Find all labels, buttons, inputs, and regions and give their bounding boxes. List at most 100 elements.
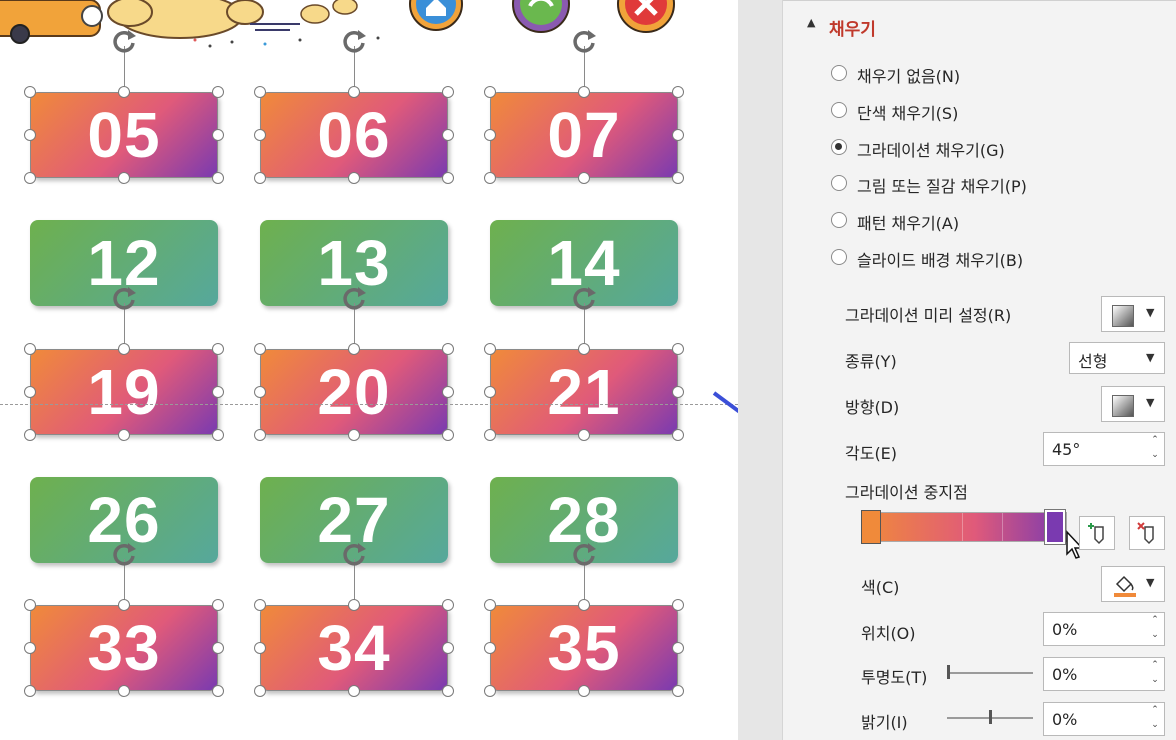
resize-handle[interactable] [442,599,454,611]
resize-handle[interactable] [24,685,36,697]
section-title-fill[interactable]: 채우기 [829,15,876,40]
gradient-stop-right[interactable] [1044,509,1066,545]
number-tile-06[interactable]: 06 [260,92,448,178]
number-tile-21[interactable]: 21 [490,349,678,435]
position-spinner[interactable]: 0% ⌃ ⌄ [1043,612,1165,646]
resize-handle[interactable] [442,172,454,184]
resize-handle[interactable] [254,685,266,697]
rotate-handle-icon[interactable] [109,27,139,57]
resize-handle[interactable] [348,343,360,355]
resize-handle[interactable] [484,685,496,697]
resize-handle[interactable] [484,429,496,441]
resize-handle[interactable] [254,343,266,355]
resize-handle[interactable] [578,429,590,441]
fill-option-radio[interactable] [831,65,847,81]
resize-handle[interactable] [212,642,224,654]
resize-handle[interactable] [442,429,454,441]
rotate-handle-icon[interactable] [109,284,139,314]
resize-handle[interactable] [254,386,266,398]
resize-handle[interactable] [254,642,266,654]
slide-canvas[interactable]: 05 06 07 12 13 14 19 20 21 26 27 28 33 34 35 [0,0,738,740]
brightness-slider[interactable] [947,710,1033,726]
resize-handle[interactable] [118,343,130,355]
transparency-slider[interactable] [947,665,1033,681]
fill-option-label[interactable]: 패턴 채우기(A) [857,210,959,234]
resize-handle[interactable] [118,685,130,697]
remove-gradient-stop-button[interactable] [1129,516,1165,550]
resize-handle[interactable] [118,172,130,184]
resize-handle[interactable] [24,642,36,654]
resize-handle[interactable] [24,172,36,184]
resize-handle[interactable] [348,685,360,697]
resize-handle[interactable] [672,599,684,611]
resize-handle[interactable] [672,386,684,398]
transparency-slider-thumb[interactable] [947,665,950,679]
gradient-preset-dropdown[interactable]: ▼ [1101,296,1165,332]
resize-handle[interactable] [24,386,36,398]
resize-handle[interactable] [484,86,496,98]
resize-handle[interactable] [118,429,130,441]
resize-handle[interactable] [24,343,36,355]
fill-option-radio[interactable] [831,212,847,229]
number-tile-05[interactable]: 05 [30,92,218,178]
rotate-handle-icon[interactable] [339,27,369,57]
resize-handle[interactable] [212,386,224,398]
resize-handle[interactable] [672,685,684,697]
number-tile-07[interactable]: 07 [490,92,678,178]
number-tile-20[interactable]: 20 [260,349,448,435]
add-gradient-stop-button[interactable] [1079,516,1115,550]
fill-option-label[interactable]: 그라데이션 채우기(G) [857,137,1005,161]
fill-option-radio[interactable] [831,101,847,118]
rotate-handle-icon[interactable] [339,540,369,570]
fill-option-label[interactable]: 단색 채우기(S) [857,100,958,124]
spin-down-icon[interactable]: ⌄ [1150,630,1160,641]
fill-option-label[interactable]: 슬라이드 배경 채우기(B) [857,247,1023,271]
resize-handle[interactable] [348,429,360,441]
spin-up-icon[interactable]: ⌃ [1150,435,1160,446]
spin-up-icon[interactable]: ⌃ [1150,705,1160,716]
resize-handle[interactable] [442,642,454,654]
resize-handle[interactable] [578,86,590,98]
transparency-spinner[interactable]: 0% ⌃ ⌄ [1043,657,1165,691]
resize-handle[interactable] [254,86,266,98]
fill-option-label[interactable]: 그림 또는 질감 채우기(P) [857,173,1027,197]
resize-handle[interactable] [672,429,684,441]
resize-handle[interactable] [578,172,590,184]
resize-handle[interactable] [348,86,360,98]
brightness-spinner[interactable]: 0% ⌃ ⌄ [1043,702,1165,736]
spin-down-icon[interactable]: ⌄ [1150,720,1160,731]
brightness-slider-thumb[interactable] [988,710,992,724]
number-tile-33[interactable]: 33 [30,605,218,691]
number-tile-34[interactable]: 34 [260,605,448,691]
number-tile-19[interactable]: 19 [30,349,218,435]
rotate-handle-icon[interactable] [339,284,369,314]
collapse-triangle-icon[interactable]: ▲ [807,16,815,29]
resize-handle[interactable] [442,129,454,141]
resize-handle[interactable] [484,386,496,398]
spin-down-icon[interactable]: ⌄ [1150,450,1160,461]
resize-handle[interactable] [672,172,684,184]
resize-handle[interactable] [212,172,224,184]
resize-handle[interactable] [578,599,590,611]
resize-handle[interactable] [484,343,496,355]
resize-handle[interactable] [254,129,266,141]
resize-handle[interactable] [212,599,224,611]
number-tile-35[interactable]: 35 [490,605,678,691]
gradient-stops-bar[interactable] [861,512,1067,542]
gradient-stop-left[interactable] [861,510,881,544]
resize-handle[interactable] [578,685,590,697]
resize-handle[interactable] [24,429,36,441]
resize-handle[interactable] [672,129,684,141]
resize-handle[interactable] [24,86,36,98]
rotate-handle-icon[interactable] [569,284,599,314]
resize-handle[interactable] [212,86,224,98]
resize-handle[interactable] [442,86,454,98]
resize-handle[interactable] [442,343,454,355]
resize-handle[interactable] [442,386,454,398]
resize-handle[interactable] [672,642,684,654]
resize-handle[interactable] [254,172,266,184]
resize-handle[interactable] [254,599,266,611]
color-picker-dropdown[interactable]: ▼ [1101,566,1165,602]
resize-handle[interactable] [24,599,36,611]
direction-dropdown[interactable]: ▼ [1101,386,1165,422]
